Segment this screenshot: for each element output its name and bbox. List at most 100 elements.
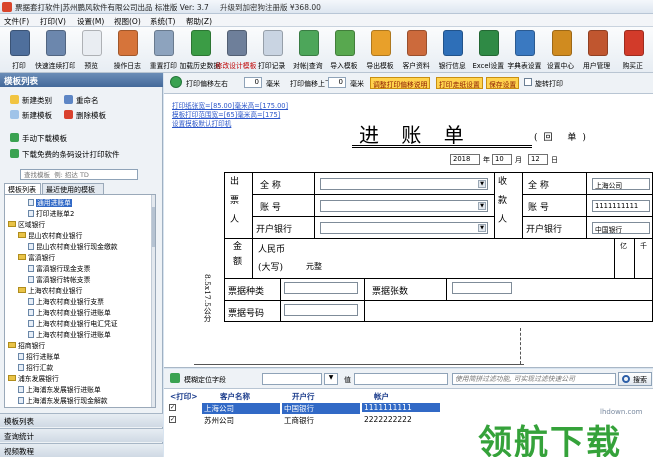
- tree-item[interactable]: 招行汇款: [18, 362, 53, 372]
- menu-settings[interactable]: 设置(M): [77, 16, 104, 27]
- toolbar-button-2[interactable]: 预览: [74, 28, 108, 72]
- table-row[interactable]: ✓ 苏州公司 工商银行 2222222222: [164, 415, 429, 425]
- bill-number-input[interactable]: [284, 304, 358, 316]
- save-settings-button[interactable]: 保存设置: [486, 77, 520, 89]
- bill-count-input[interactable]: [452, 282, 512, 294]
- new-category-button[interactable]: 新建类别: [10, 95, 52, 106]
- col-print[interactable]: <打印>: [170, 391, 198, 402]
- date-month-select[interactable]: 10: [492, 154, 512, 165]
- payee-name-input[interactable]: 上海公司: [592, 178, 650, 190]
- tree-folder[interactable]: 上海农村商业银行: [18, 285, 82, 295]
- chevron-down-icon[interactable]: ▼: [478, 202, 486, 210]
- tree-folder[interactable]: 浦东发展银行: [8, 373, 59, 383]
- bottom-tab-video-tutorial[interactable]: 视频教程: [0, 443, 163, 457]
- col-bank[interactable]: 开户行: [292, 391, 315, 402]
- cell-bank[interactable]: 中国银行: [282, 403, 360, 414]
- toolbar-button-16[interactable]: 用户管理: [580, 28, 614, 72]
- row-print-checkbox[interactable]: ✓: [169, 404, 176, 411]
- tree-item[interactable]: 上海农村商业银行进账单: [28, 329, 111, 339]
- toolbar-button-12[interactable]: 银行信息: [435, 28, 469, 72]
- tree-item[interactable]: 上海农村商业银行电汇凭证: [28, 318, 118, 328]
- default-printer-hint[interactable]: 设置模板默认打印机: [172, 118, 231, 128]
- toolbar-button-13[interactable]: Excel设置: [471, 28, 505, 72]
- toolbar-button-6[interactable]: 修改设计模板: [216, 28, 256, 72]
- tree-scroll-thumb[interactable]: [152, 207, 155, 247]
- cell-name[interactable]: 上海公司: [202, 403, 280, 414]
- upgrade-link[interactable]: 升级到加密狗注册版 ¥368.00: [220, 2, 321, 13]
- menu-help[interactable]: 帮助(Z): [186, 16, 212, 27]
- toolbar-button-3[interactable]: 操作日志: [110, 28, 144, 72]
- tree-item[interactable]: 招行进账单: [18, 351, 60, 361]
- value-input[interactable]: [354, 373, 448, 385]
- offset-y-input[interactable]: 0: [328, 77, 346, 88]
- chevron-down-icon[interactable]: ▼: [478, 224, 486, 232]
- chevron-down-icon[interactable]: ▼: [324, 373, 338, 385]
- toolbar-button-17[interactable]: 购买正: [616, 28, 650, 72]
- bottom-tab-template-list[interactable]: 模板列表: [0, 413, 163, 427]
- menu-system[interactable]: 系统(T): [150, 16, 175, 27]
- toolbar-button-1[interactable]: 快速连续打印: [35, 28, 75, 72]
- cell-name[interactable]: 苏州公司: [202, 415, 280, 426]
- toolbar-button-11[interactable]: 客户资料: [399, 28, 433, 72]
- offset-help-button[interactable]: 调整打印偏移说明: [370, 77, 431, 89]
- paper-feed-button[interactable]: 打印走纸设置: [436, 77, 483, 89]
- tree-item[interactable]: 上海浦东发展银行现金解款: [18, 395, 108, 405]
- move-handle-icon[interactable]: [170, 76, 182, 88]
- rotate-print-checkbox[interactable]: [524, 78, 532, 86]
- locate-field-select[interactable]: [262, 373, 322, 385]
- tab-template-list[interactable]: 模板列表: [4, 183, 41, 194]
- col-customer-name[interactable]: 客户名称: [220, 391, 250, 402]
- row-print-checkbox[interactable]: ✓: [169, 416, 176, 423]
- search-button[interactable]: 搜索: [618, 372, 652, 386]
- cell-account[interactable]: 2222222222: [362, 415, 440, 424]
- template-search-input[interactable]: [20, 169, 138, 180]
- tree-folder[interactable]: 富滇银行: [18, 252, 55, 262]
- toolbar-button-14[interactable]: 字典表设置: [507, 28, 541, 72]
- toolbar-button-0[interactable]: 打印: [2, 28, 36, 72]
- toolbar-button-10[interactable]: 导出模板: [363, 28, 397, 72]
- tree-item[interactable]: 上海农村商业银行进账单: [28, 307, 111, 317]
- payer-bank-combo[interactable]: ▼: [320, 222, 488, 234]
- menu-print[interactable]: 打印(V): [40, 16, 66, 27]
- table-row[interactable]: ✓ 上海公司 中国银行 1111111111: [164, 403, 440, 414]
- offset-x-input[interactable]: 0: [244, 77, 262, 88]
- chevron-down-icon[interactable]: ▼: [478, 180, 486, 188]
- amount-words-value[interactable]: 元整: [306, 261, 322, 272]
- rename-button[interactable]: 重命名: [64, 95, 99, 106]
- toolbar-button-5[interactable]: 加载历史数据: [180, 28, 220, 72]
- cell-bank[interactable]: 工商银行: [282, 415, 360, 426]
- tree-item[interactable]: 昆山农村商业银行现金缴款: [28, 241, 118, 251]
- tree-item[interactable]: 富滇银行转帐支票: [28, 274, 90, 284]
- cell-account[interactable]: 1111111111: [362, 403, 440, 412]
- date-day-select[interactable]: 12: [528, 154, 548, 165]
- tree-item[interactable]: 上海农村商业银行支票: [28, 296, 104, 306]
- payee-bank-input[interactable]: 中国银行: [592, 222, 650, 234]
- tab-recent-templates[interactable]: 最近使用的模板: [42, 183, 104, 194]
- download-template-button[interactable]: 手动下载模板: [10, 133, 67, 144]
- toolbar-button-9[interactable]: 导入模板: [327, 28, 361, 72]
- toolbar-button-15[interactable]: 设置中心: [544, 28, 578, 72]
- tree-folder[interactable]: 昆山农村商业银行: [18, 230, 82, 240]
- payee-account-input[interactable]: 1111111111: [592, 200, 650, 212]
- toolbar-button-7[interactable]: 打印记录: [255, 28, 289, 72]
- tree-folder[interactable]: 区域银行: [8, 219, 45, 229]
- payer-account-combo[interactable]: ▼: [320, 200, 488, 212]
- download-barcode-button[interactable]: 下载免费的条码设计打印软件: [10, 149, 120, 160]
- tree-folder[interactable]: 招商银行: [8, 340, 45, 350]
- payer-name-combo[interactable]: ▼: [320, 178, 488, 190]
- tree-scrollbar[interactable]: [151, 195, 155, 407]
- quick-filter-input[interactable]: [452, 373, 616, 385]
- bill-type-input[interactable]: [284, 282, 358, 294]
- tree-item[interactable]: 富滇银行现金支票: [28, 263, 90, 273]
- tree-item[interactable]: 上海浦东发展银行进账单: [18, 384, 101, 394]
- col-account[interactable]: 帐户: [374, 391, 389, 402]
- menu-file[interactable]: 文件(F): [4, 16, 29, 27]
- bottom-tab-query-stats[interactable]: 查询统计: [0, 428, 163, 442]
- new-template-button[interactable]: 新建模板: [10, 110, 52, 121]
- date-year-select[interactable]: 2018: [450, 154, 480, 165]
- menu-view[interactable]: 视图(O): [114, 16, 141, 27]
- toolbar-button-8[interactable]: 对帐|查询: [291, 28, 325, 72]
- toolbar-button-4[interactable]: 重置打印: [146, 28, 180, 72]
- delete-template-button[interactable]: 删除模板: [64, 110, 106, 121]
- tree-item[interactable]: 通用进账单: [28, 197, 72, 207]
